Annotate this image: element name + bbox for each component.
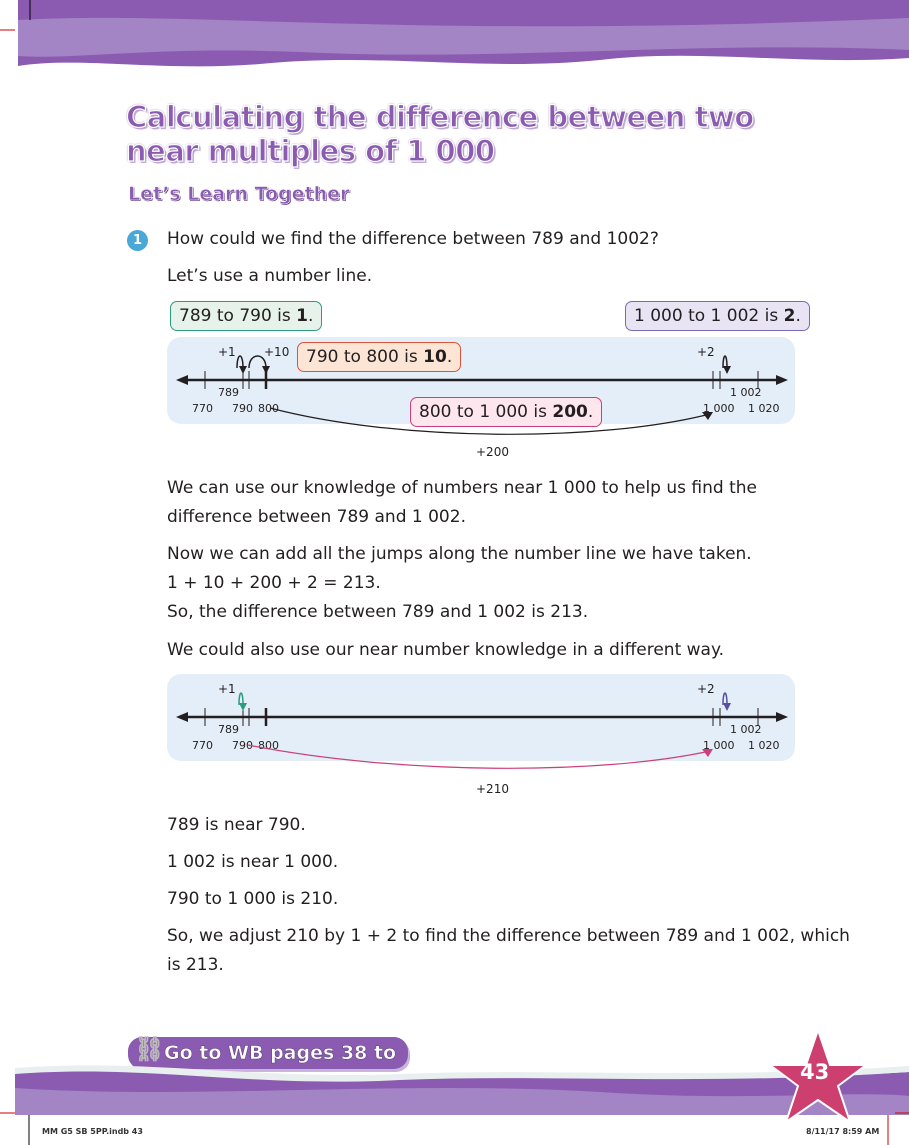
number-line-2: 789 1 002770 790 800 1 000 1 020+1 +2+210 [176, 682, 788, 796]
jump-plus-10-arrowhead [262, 366, 270, 374]
paragraph-4-line-2: 1 002 is near 1 000. [167, 852, 339, 872]
jump-plus-210 [247, 744, 711, 769]
callout-end: . [308, 306, 314, 326]
jump-plus-2-arrowhead [723, 366, 731, 374]
callout-text: 800 to 1 000 is [419, 402, 553, 422]
paragraph-2-line-3: So, the difference between 789 and 1 002… [167, 602, 589, 622]
arrow-right-icon [776, 375, 788, 385]
intro-text: Let’s use a number line. [167, 266, 373, 286]
jump-label-plus-200: +200 [476, 445, 509, 459]
page-title-line1: Calculating the difference between two [125, 99, 754, 134]
callout-text: 790 to 800 is [306, 347, 424, 367]
jump-plus-1-arrowhead [239, 366, 247, 374]
jump-plus-210-arrowhead [702, 749, 713, 757]
workbook-page: Calculating the difference between two n… [0, 0, 909, 1145]
callout-text: 1 000 to 1 002 is [634, 306, 784, 326]
jump-label-plus-2: +2 [697, 682, 715, 696]
callout-end: . [446, 347, 453, 367]
paragraph-2-line-2: 1 + 10 + 200 + 2 = 213. [167, 573, 381, 593]
paragraph-1-line-2: difference between 789 and 1 002. [167, 507, 466, 527]
callout-end: . [795, 306, 801, 326]
paragraph-1-line-1: We can use our knowledge of numbers near… [167, 478, 757, 498]
slug-left: MM G5 SB 5PP.indb 43 [42, 1127, 143, 1136]
paragraph-4-line-4: So, we adjust 210 by 1 + 2 to find the d… [167, 926, 850, 946]
jump-plus-1-arrowhead [239, 703, 247, 711]
paragraph-4-line-1: 789 is near 790. [167, 815, 306, 835]
label-800: 800 [258, 402, 279, 415]
question-number-badge: 1 [127, 230, 148, 251]
label-1002: 1 002 [730, 723, 762, 736]
paragraph-2-line-1: Now we can add all the jumps along the n… [167, 544, 752, 564]
page-number: 43 [800, 1060, 830, 1084]
paragraph-4-line-3: 790 to 1 000 is 210. [167, 889, 339, 909]
callout-790-to-800: 790 to 800 is 10. [297, 342, 462, 372]
arrow-left-icon [176, 712, 188, 722]
jump-label-plus-1: +1 [218, 682, 236, 696]
jump-label-plus-210: +210 [476, 782, 509, 796]
question-text: How could we find the difference between… [167, 229, 659, 249]
paragraph-4-line-5: is 213. [167, 955, 224, 975]
jump-plus-2-arrowhead [723, 703, 731, 711]
arrow-right-icon [776, 712, 788, 722]
slug-right: 8/11/17 8:59 AM [806, 1127, 880, 1136]
callout-end: . [587, 402, 594, 422]
page-title-line2: near multiples of 1 000 [125, 133, 495, 168]
callout-value: 200 [552, 402, 588, 422]
callout-789-to-790: 789 to 790 is 1. [170, 301, 323, 331]
label-770: 770 [192, 739, 213, 752]
jump-label-plus-2: +2 [697, 345, 715, 359]
label-770: 770 [192, 402, 213, 415]
jump-label-plus-10: +10 [264, 345, 289, 359]
callout-800-to-1000: 800 to 1 000 is 200. [410, 397, 603, 427]
callout-text: 789 to 790 is [179, 306, 297, 326]
arrow-left-icon [176, 375, 188, 385]
label-1002: 1 002 [730, 386, 762, 399]
section-subtitle: Let’s Learn Together [128, 183, 350, 206]
header-band [0, 0, 909, 67]
label-790: 790 [232, 402, 253, 415]
callout-value: 10 [423, 347, 447, 367]
paragraph-3: We could also use our near number knowle… [167, 640, 725, 660]
callout-1000-to-1002: 1 000 to 1 002 is 2. [625, 301, 810, 331]
label-789: 789 [218, 386, 239, 399]
callout-value: 2 [783, 306, 796, 326]
jump-label-plus-1: +1 [218, 345, 236, 359]
label-1020: 1 020 [748, 402, 780, 415]
label-789: 789 [218, 723, 239, 736]
callout-value: 1 [296, 306, 309, 326]
label-1020: 1 020 [748, 739, 780, 752]
